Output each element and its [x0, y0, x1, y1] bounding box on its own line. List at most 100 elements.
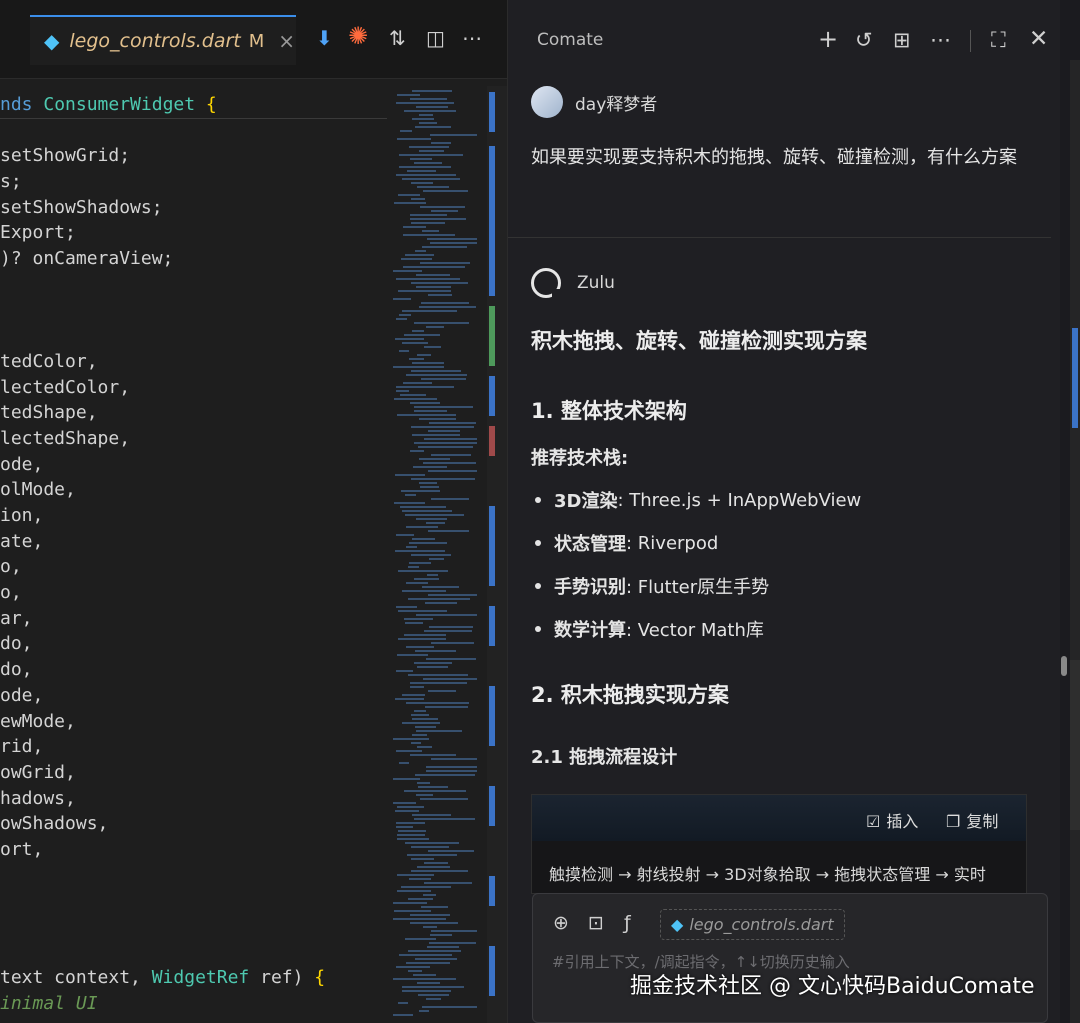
image-icon[interactable]: ⊡ — [588, 912, 604, 934]
copy-button[interactable]: ❐ 复制 — [946, 808, 998, 832]
minimap-line — [407, 854, 457, 856]
split-editor-icon[interactable]: ◫ — [426, 26, 445, 50]
minimap-line — [402, 342, 428, 344]
minimap-line — [405, 938, 436, 940]
code-block-toolbar: ☑ 插入 ❐ 复制 — [532, 795, 1026, 841]
minimap-line — [411, 846, 449, 848]
minimap-line — [425, 706, 468, 708]
minimap-line — [419, 114, 433, 116]
close-icon[interactable]: ✕ — [1029, 26, 1048, 52]
minimap-line — [413, 974, 436, 976]
minimap-line — [429, 558, 444, 560]
minimap-line — [422, 1006, 477, 1008]
code-line: ode, — [0, 453, 44, 475]
minimap-line — [424, 862, 448, 864]
more-icon[interactable]: ⋯ — [462, 26, 482, 50]
minimap-line — [393, 778, 420, 780]
minimap-line — [412, 814, 451, 816]
minimap-line — [419, 458, 450, 460]
tab-close-icon[interactable]: × — [278, 29, 295, 53]
minimap-line — [393, 918, 446, 920]
minimap[interactable] — [387, 86, 487, 1023]
history-icon[interactable]: ↺ — [855, 28, 873, 52]
minimap-line — [395, 698, 424, 700]
minimap-line — [414, 406, 473, 408]
plus-icon[interactable]: + — [818, 25, 838, 53]
code-line: Export; — [0, 222, 76, 244]
minimap-line — [416, 518, 447, 520]
minimap-line — [402, 990, 451, 992]
minimap-line — [412, 330, 424, 332]
minimap-line — [410, 922, 458, 924]
context-file-chip[interactable]: ◆ lego_controls.dart — [660, 909, 845, 940]
window-scrollbar[interactable] — [1070, 60, 1080, 1023]
code-line: owGrid, — [0, 761, 76, 783]
layout-icon[interactable]: ⊞ — [893, 28, 911, 52]
minimap-line — [410, 218, 466, 220]
more-icon[interactable]: ⋯ — [930, 28, 951, 52]
minimap-line — [410, 158, 432, 160]
minimap-line — [393, 1014, 413, 1016]
minimap-line — [431, 930, 477, 932]
minimap-line — [396, 606, 417, 608]
minimap-line — [417, 782, 430, 784]
panel-title: Comate — [537, 30, 604, 50]
minimap-line — [428, 690, 456, 692]
minimap-line — [426, 766, 477, 768]
minimap-line — [396, 534, 414, 536]
editor-tab[interactable]: ◆ lego_controls.dart M × — [30, 15, 296, 65]
minimap-line — [400, 394, 426, 396]
code-line: tedShape, — [0, 402, 98, 424]
add-context-icon[interactable]: ⊕ — [553, 912, 569, 934]
minimap-line — [399, 314, 411, 316]
gutter-marker — [489, 376, 495, 416]
compare-icon[interactable]: ⇅ — [389, 26, 406, 50]
minimap-line — [416, 274, 450, 276]
minimap-line — [415, 774, 475, 776]
panel-header: Comate + ↺ ⊞ ⋯ ⛶ ✕ — [508, 0, 1061, 82]
scrollbar-thumb[interactable] — [1072, 328, 1078, 428]
minimap-line — [396, 822, 425, 824]
minimap-line — [430, 242, 477, 244]
scrollbar-track-segment — [1070, 660, 1080, 830]
minimap-line — [414, 818, 475, 820]
minimap-line — [427, 574, 438, 576]
minimap-line — [414, 710, 426, 712]
panel-scroll-thumb[interactable] — [1061, 656, 1067, 676]
minimap-line — [417, 866, 450, 868]
minimap-line — [402, 590, 446, 592]
comate-spark-icon[interactable]: ✺ — [348, 22, 368, 50]
minimap-line — [411, 478, 475, 480]
minimap-line — [405, 254, 434, 256]
list-item-value: : Riverpod — [626, 532, 719, 554]
code-line: setShowShadows; — [0, 196, 163, 218]
user-question: 如果要实现要支持积木的拖拽、旋转、碰撞检测，有什么方案 — [531, 147, 1017, 168]
minimap-line — [416, 614, 477, 616]
minimap-line — [423, 678, 477, 680]
minimap-line — [417, 354, 431, 356]
minimap-line — [406, 546, 417, 548]
gutter-marker — [489, 426, 495, 456]
chat-input[interactable]: ⊕ ⊡ ƒ ◆ lego_controls.dart #引用上下文，/调起指令，↑… — [532, 893, 1048, 1023]
code-line: o, — [0, 556, 22, 578]
code-area[interactable]: nds ConsumerWidget {setShowGrid; s; setSho… — [0, 92, 387, 1023]
minimap-line — [409, 562, 431, 564]
minimap-line — [393, 978, 456, 980]
minimap-line — [418, 786, 448, 788]
figma-icon[interactable]: ƒ — [624, 912, 631, 934]
minimap-line — [431, 642, 474, 644]
minimap-line — [398, 610, 447, 612]
minimap-line — [411, 182, 433, 184]
minimap-line — [414, 322, 469, 324]
minimap-line — [415, 250, 426, 252]
code-line: lectedColor, — [0, 376, 131, 398]
minimap-line — [420, 262, 470, 264]
section-heading-2-1: 2.1 拖拽流程设计 — [531, 747, 678, 768]
pin-icon[interactable]: ⬇ — [316, 26, 333, 50]
minimap-line — [411, 714, 429, 716]
minimap-line — [419, 1010, 429, 1012]
list-item-value: : Flutter原生手势 — [626, 577, 770, 598]
insert-button[interactable]: ☑ 插入 — [866, 808, 918, 832]
maximize-icon[interactable]: ⛶ — [991, 28, 1006, 53]
